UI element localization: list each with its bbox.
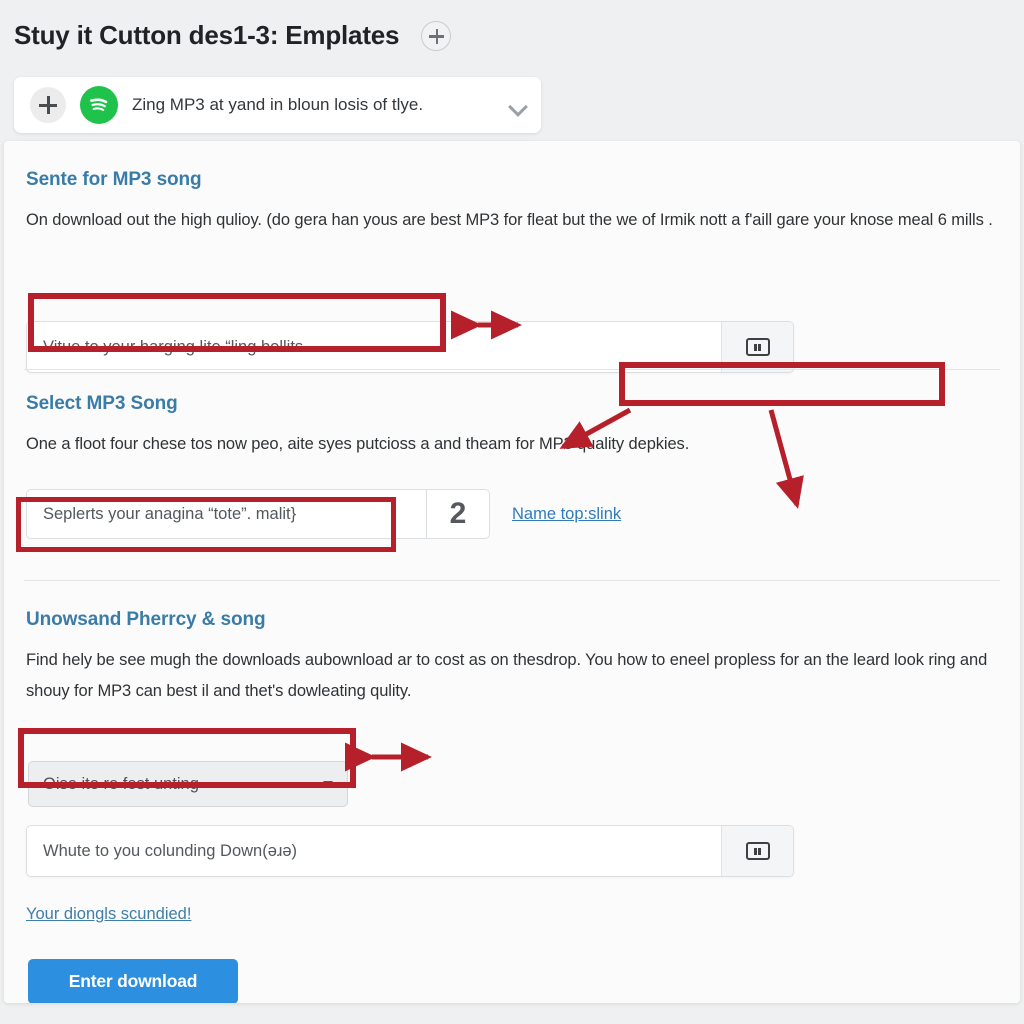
title-row: Stuy it Cutton des1-3: Emplates: [14, 20, 452, 51]
quality-select-value: Oise ite re fest unting: [43, 774, 199, 793]
search-input-group-2[interactable]: [26, 825, 794, 877]
section-1-body: On download out the high qulioy. (do ger…: [26, 211, 993, 229]
paste-button-1[interactable]: [721, 322, 793, 372]
spotify-icon: [80, 86, 118, 124]
enter-download-button[interactable]: Enter download: [28, 959, 238, 1003]
output-name-input[interactable]: [27, 826, 721, 876]
name-top-link[interactable]: Name top:slink: [512, 505, 621, 524]
select-song-row: 2 Name top:slink: [26, 489, 621, 539]
section-1-heading: Sente for MP3 song: [26, 169, 202, 190]
section-3-heading: Unowsand Pherrcy & song: [26, 609, 266, 630]
source-selector-bar[interactable]: Zing MP3 at yand in bloun losis of tlye.: [14, 77, 541, 133]
divider-2: [24, 580, 1000, 581]
song-name-input-wrap[interactable]: [26, 489, 426, 539]
plus-circle-icon[interactable]: [421, 20, 452, 51]
status-note-link[interactable]: Your diongls scundied!: [26, 905, 191, 924]
section-3-body: Find hely be see mugh the downloads aubo…: [26, 651, 988, 700]
quality-select[interactable]: Oise ite re fest unting: [28, 761, 348, 807]
plus-icon[interactable]: [30, 87, 66, 123]
section-2-body: One a floot four chese tos now peo, aite…: [26, 435, 690, 453]
chevron-down-icon[interactable]: [509, 100, 527, 111]
search-input-group-1[interactable]: [26, 321, 794, 373]
caret-down-icon: [323, 781, 333, 787]
card-icon: [745, 842, 770, 860]
song-url-input[interactable]: [27, 322, 721, 372]
card-icon: [745, 338, 770, 356]
divider-1: [24, 369, 1000, 370]
paste-button-2[interactable]: [721, 826, 793, 876]
main-card: Sente for MP3 song On download out the h…: [4, 141, 1020, 1003]
page-header: Stuy it Cutton des1-3: Emplates Zing MP3…: [0, 0, 1024, 140]
song-name-input[interactable]: [27, 504, 426, 524]
page-title: Stuy it Cutton des1-3: Emplates: [14, 20, 400, 50]
step-badge: 2: [426, 489, 490, 539]
section-2-heading: Select MP3 Song: [26, 393, 178, 414]
source-label: Zing MP3 at yand in bloun losis of tlye.: [132, 95, 424, 114]
